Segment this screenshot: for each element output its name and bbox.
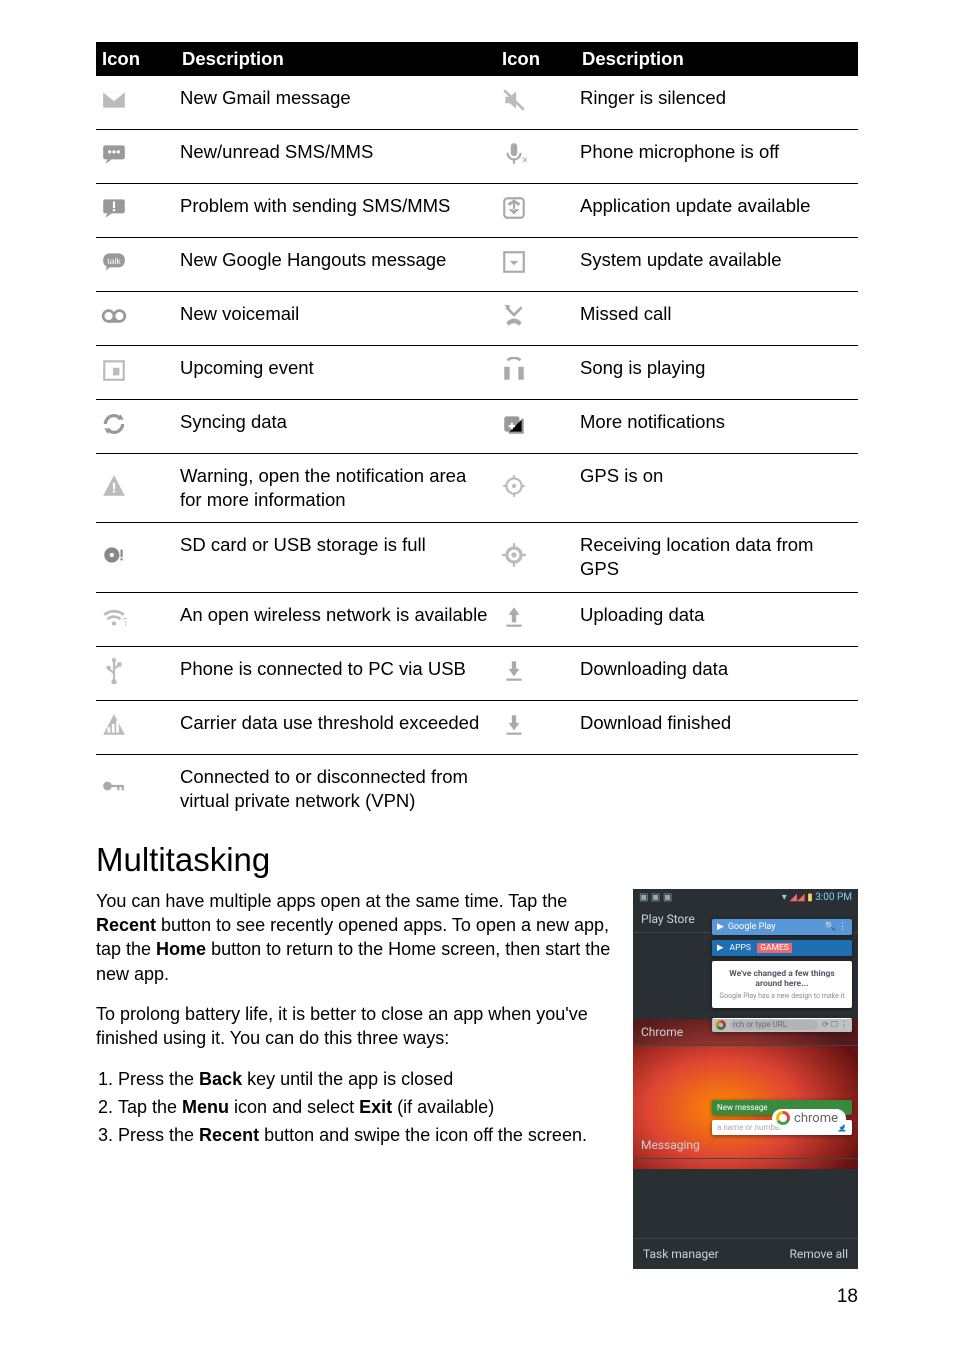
header-desc-1: Description: [176, 42, 496, 76]
multitasking-para-1: You can have multiple apps open at the s…: [96, 889, 613, 986]
vpn-icon: [100, 772, 128, 800]
desc-left: An open wireless network is available: [176, 592, 496, 646]
page-number: 18: [837, 1286, 858, 1308]
battery-icon: ▮: [807, 892, 813, 903]
desc-right: Downloading data: [576, 646, 858, 700]
desc-right: Receiving location data from GPS: [576, 523, 858, 592]
desc-left: SD card or USB storage is full: [176, 523, 496, 592]
desc-left: Warning, open the notification area for …: [176, 454, 496, 523]
multitasking-heading: Multitasking: [96, 841, 858, 879]
more-icon: [500, 410, 528, 438]
desc-right: Ringer is silenced: [576, 76, 858, 130]
upload-icon: [500, 603, 528, 631]
header-icon-2: Icon: [496, 42, 576, 76]
desc-right: [576, 754, 858, 823]
missed-icon: [500, 302, 528, 330]
icon-description-table: Icon Description Icon Description New Gm…: [96, 42, 858, 823]
desc-left: New/unread SMS/MMS: [176, 130, 496, 184]
sms-icon: [100, 140, 128, 168]
download-icon: [500, 657, 528, 685]
micoff-icon: [500, 140, 528, 168]
desc-left: Phone is connected to PC via USB: [176, 646, 496, 700]
smsprob-icon: [100, 194, 128, 222]
appupd-icon: [500, 194, 528, 222]
desc-right: Song is playing: [576, 346, 858, 400]
dlfin-icon: [500, 711, 528, 739]
desc-left: New voicemail: [176, 292, 496, 346]
chrome-badge: chrome: [772, 1109, 846, 1128]
song-icon: [500, 356, 528, 384]
status-time: 3:00 PM: [815, 892, 852, 903]
desc-right: Missed call: [576, 292, 858, 346]
gmail-icon: [100, 86, 128, 114]
step-2: Tap the Menu icon and select Exit (if av…: [118, 1095, 613, 1119]
desc-left: Problem with sending SMS/MMS: [176, 184, 496, 238]
phone-screenshot: ▣ ▣ ▣ ▾ ◢◢ ▮ 3:00 PM Play Store Chrome M…: [633, 889, 858, 1269]
multitasking-steps: Press the Back key until the app is clos…: [96, 1067, 613, 1148]
desc-left: Connected to or disconnected from virtua…: [176, 754, 496, 823]
recent-app-messaging: Messaging: [633, 1132, 858, 1159]
desc-left: New Gmail message: [176, 76, 496, 130]
sync-icon: [100, 410, 128, 438]
desc-right: Uploading data: [576, 592, 858, 646]
desc-right: Phone microphone is off: [576, 130, 858, 184]
usb-icon: [100, 657, 128, 685]
desc-right: Application update available: [576, 184, 858, 238]
sysupd-icon: [500, 248, 528, 276]
gpsrx-icon: [500, 541, 528, 569]
header-desc-2: Description: [576, 42, 858, 76]
silenced-icon: [500, 86, 528, 114]
wifi-icon: ▾: [782, 892, 787, 903]
signal-icon: ◢◢: [789, 892, 804, 903]
gpson-icon: [500, 472, 528, 500]
warn-icon: [100, 472, 128, 500]
playstore-card-header: ▶Google Play🔍 ⋮: [712, 919, 852, 935]
desc-left: Upcoming event: [176, 346, 496, 400]
playstore-card-tabs: ▶APPS GAMES: [712, 940, 852, 956]
header-icon-1: Icon: [96, 42, 176, 76]
playstore-card-banner: We've changed a few things around here..…: [712, 961, 852, 1008]
event-icon: [100, 356, 128, 384]
desc-right: More notifications: [576, 400, 858, 454]
recent-app-chrome: Chrome: [633, 1019, 858, 1046]
multitasking-para-2: To prolong battery life, it is better to…: [96, 1002, 613, 1051]
desc-left: Syncing data: [176, 400, 496, 454]
step-1: Press the Back key until the app is clos…: [118, 1067, 613, 1091]
status-left-icons: ▣ ▣ ▣: [639, 892, 672, 903]
desc-left: Carrier data use threshold exceeded: [176, 700, 496, 754]
desc-right: Download finished: [576, 700, 858, 754]
datathr-icon: [100, 711, 128, 739]
desc-right: System update available: [576, 238, 858, 292]
vm-icon: [100, 302, 128, 330]
wifi-icon: [100, 603, 128, 631]
desc-left: New Google Hangouts message: [176, 238, 496, 292]
task-manager-button: Task manager: [643, 1247, 719, 1261]
step-3: Press the Recent button and swipe the ic…: [118, 1123, 613, 1147]
sdfull-icon: [100, 541, 128, 569]
desc-right: GPS is on: [576, 454, 858, 523]
remove-all-button: Remove all: [790, 1247, 848, 1261]
talk-icon: [100, 248, 128, 276]
